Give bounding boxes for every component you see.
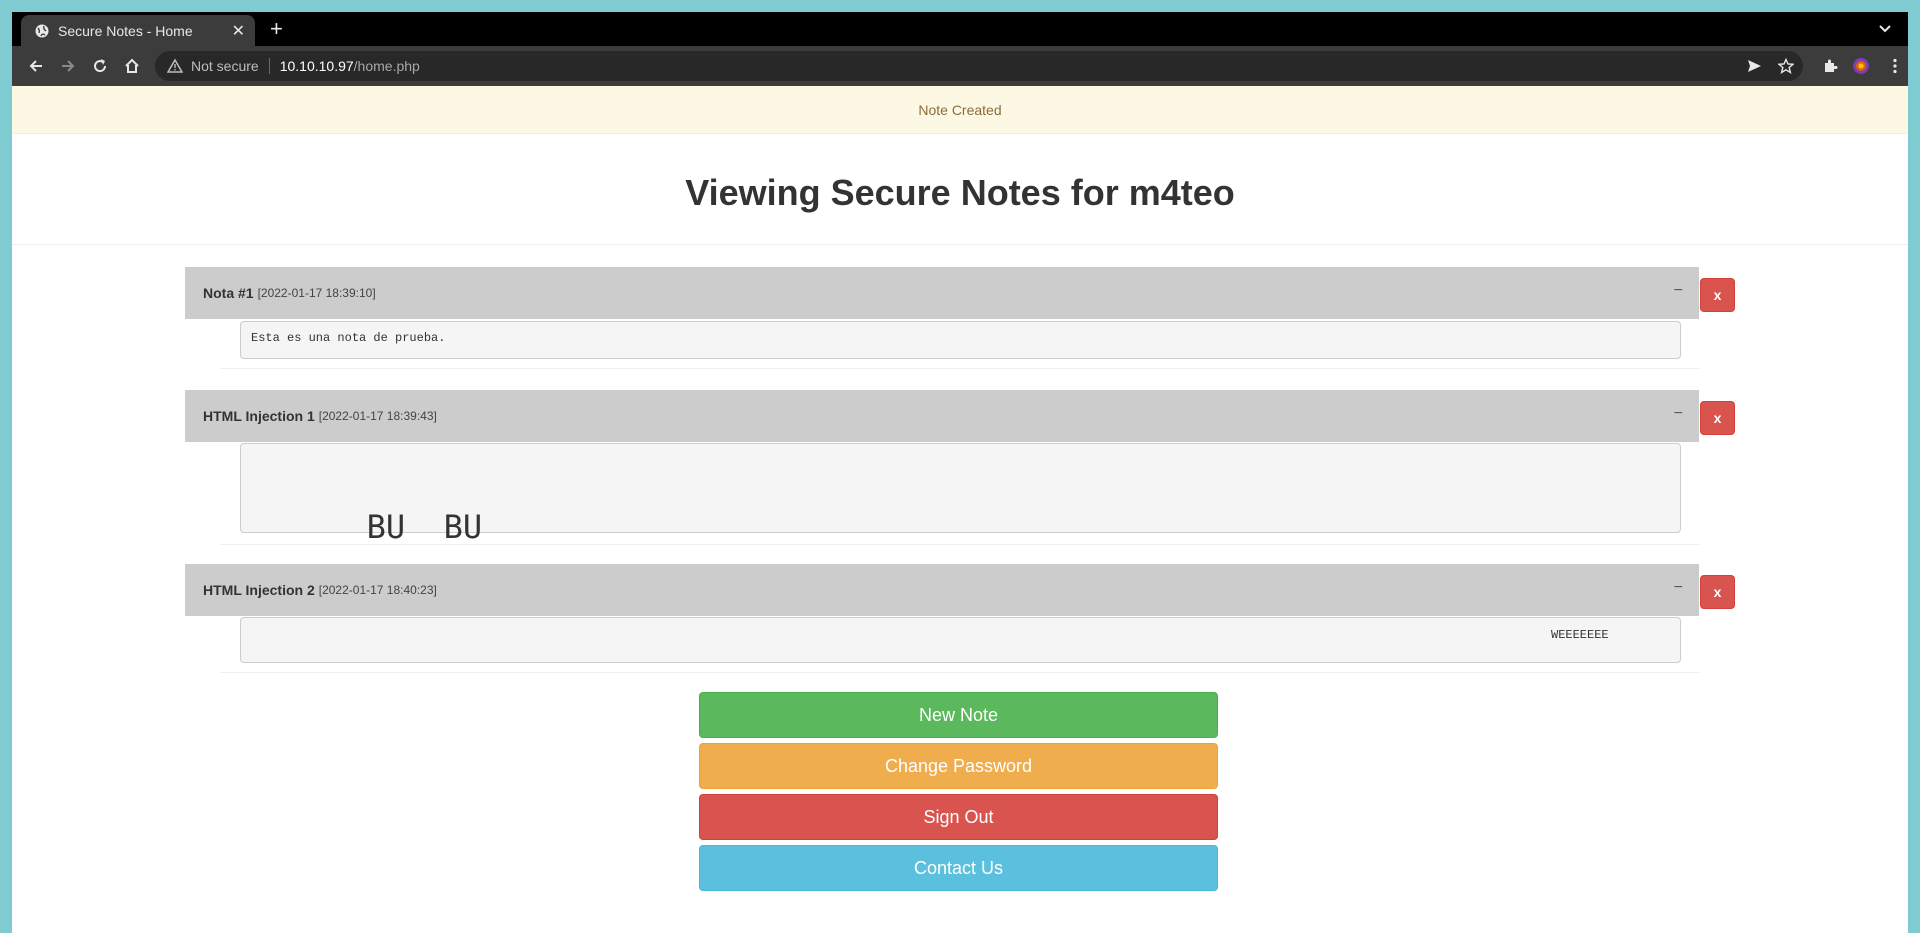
profile-avatar-icon[interactable] xyxy=(1852,57,1870,75)
note-date: [2022-01-17 18:39:43] xyxy=(318,409,437,423)
note-separator xyxy=(220,368,1699,369)
note-body-text: Esta es una nota de prueba. xyxy=(251,331,446,345)
note-header[interactable]: Nota #1 [2022-01-17 18:39:10] − xyxy=(185,267,1699,319)
page-title: Viewing Secure Notes for m4teo xyxy=(12,172,1908,214)
note-separator xyxy=(220,544,1699,545)
note-date: [2022-01-17 18:40:23] xyxy=(318,583,437,597)
page-title-username: m4teo xyxy=(1128,172,1235,213)
note-date: [2022-01-17 18:39:10] xyxy=(257,286,376,300)
collapse-icon[interactable]: − xyxy=(1674,405,1683,423)
note-header[interactable]: HTML Injection 2 [2022-01-17 18:40:23] − xyxy=(185,564,1699,616)
sign-out-button[interactable]: Sign Out xyxy=(699,794,1218,840)
page-content: Note Created Viewing Secure Notes for m4… xyxy=(12,86,1908,933)
tab-strip: Secure Notes - Home ✕ + xyxy=(12,12,1908,46)
tab-title: Secure Notes - Home xyxy=(58,22,193,39)
note-body: WEEEEEEE xyxy=(240,617,1681,663)
home-icon[interactable] xyxy=(122,56,142,76)
divider xyxy=(12,244,1908,245)
new-tab-button[interactable]: + xyxy=(270,18,283,40)
delete-note-button[interactable]: x xyxy=(1700,278,1735,312)
note-title: Nota #1 xyxy=(203,285,254,301)
tab-close-icon[interactable]: ✕ xyxy=(232,21,245,41)
url-host: 10.10.10.97 xyxy=(279,58,354,74)
note-separator xyxy=(220,672,1699,673)
browser-window: Secure Notes - Home ✕ + Not secure 10.10… xyxy=(12,12,1908,933)
omnibox-divider xyxy=(268,58,270,74)
not-secure-label[interactable]: Not secure xyxy=(191,58,259,74)
note-body-text: WEEEEEEE xyxy=(1551,628,1609,642)
reload-icon[interactable] xyxy=(90,56,110,76)
note-body: Esta es una nota de prueba. xyxy=(240,321,1681,359)
back-icon[interactable] xyxy=(26,56,46,76)
note-title: HTML Injection 1 xyxy=(203,408,315,424)
browser-toolbar: Not secure 10.10.10.97 /home.php xyxy=(12,46,1908,86)
forward-icon[interactable] xyxy=(58,56,78,76)
menu-kebab-icon[interactable] xyxy=(1886,57,1904,75)
delete-note-button[interactable]: x xyxy=(1700,575,1735,609)
bookmark-star-icon[interactable] xyxy=(1777,57,1795,75)
page-title-prefix: Viewing Secure Notes for xyxy=(685,172,1129,213)
address-bar[interactable]: Not secure 10.10.10.97 /home.php xyxy=(155,51,1803,81)
extensions-icon[interactable] xyxy=(1821,57,1839,75)
collapse-icon[interactable]: − xyxy=(1674,282,1683,300)
change-password-button[interactable]: Change Password xyxy=(699,743,1218,789)
tab-search-chevron-icon[interactable] xyxy=(1876,20,1894,38)
collapse-icon[interactable]: − xyxy=(1674,579,1683,597)
warning-icon[interactable] xyxy=(167,58,183,74)
browser-tab[interactable]: Secure Notes - Home ✕ xyxy=(21,15,255,46)
delete-note-button[interactable]: x xyxy=(1700,401,1735,435)
url-path: /home.php xyxy=(353,58,420,74)
new-note-button[interactable]: New Note xyxy=(699,692,1218,738)
note-title: HTML Injection 2 xyxy=(203,582,315,598)
alert-text: Note Created xyxy=(918,101,1002,118)
note-body-text: BU BU xyxy=(366,508,483,546)
alert-banner: Note Created xyxy=(12,86,1908,134)
contact-us-button[interactable]: Contact Us xyxy=(699,845,1218,891)
globe-icon xyxy=(35,24,49,38)
send-icon[interactable] xyxy=(1745,57,1763,75)
note-header[interactable]: HTML Injection 1 [2022-01-17 18:39:43] − xyxy=(185,390,1699,442)
note-body: BU BU xyxy=(240,443,1681,546)
